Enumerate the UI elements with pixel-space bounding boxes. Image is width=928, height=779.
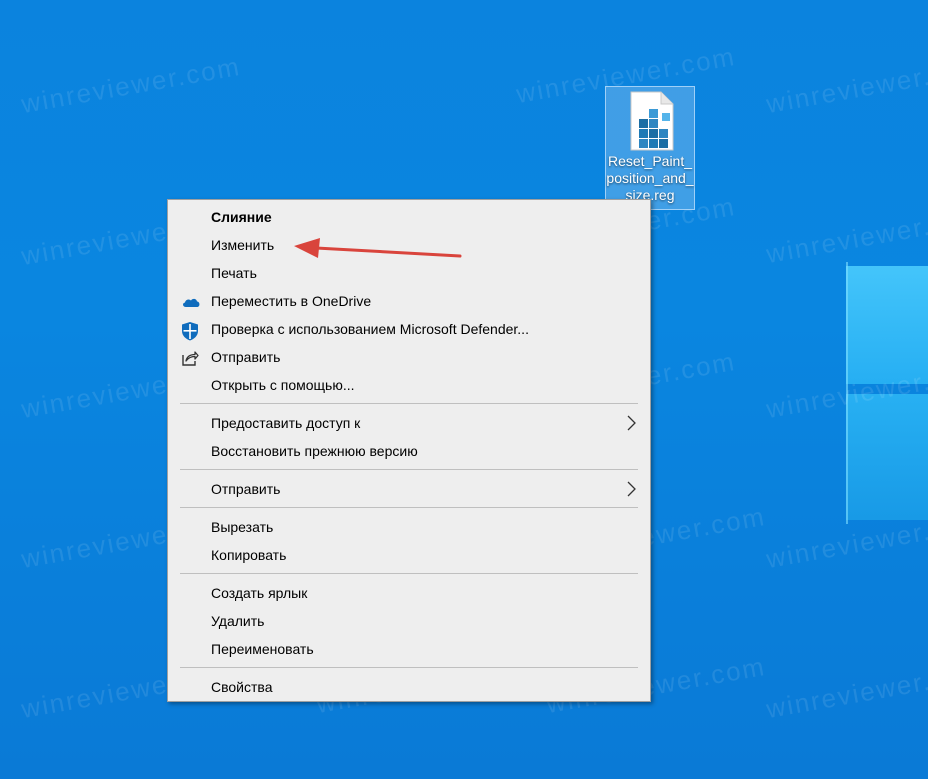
menu-separator [180, 573, 638, 574]
menu-item-label: Удалить [211, 613, 265, 629]
menu-item-4-1[interactable]: Удалить [169, 608, 649, 634]
menu-separator [180, 403, 638, 404]
menu-item-label: Вырезать [211, 519, 274, 535]
menu-item-4-0[interactable]: Создать ярлык [169, 580, 649, 606]
desktop-file-label: Reset_Paint_position_and_size.reg [606, 153, 694, 203]
context-menu: Слияние Изменить Печать Переместить в OneDr… [167, 199, 651, 702]
menu-item-3-0[interactable]: Вырезать [169, 514, 649, 540]
defender-shield-icon [181, 321, 199, 341]
desktop-file-icon[interactable]: Reset_Paint_position_and_size.reg [605, 86, 695, 210]
menu-item-label: Отправить [211, 349, 281, 365]
menu-item-2-0[interactable]: Отправить [169, 476, 649, 502]
menu-item-0-2[interactable]: Печать [169, 260, 649, 286]
menu-item-label: Переместить в OneDrive [211, 293, 372, 309]
share-icon [181, 349, 199, 367]
menu-separator [180, 507, 638, 508]
menu-item-label: Изменить [211, 237, 275, 253]
desktop-background: winreviewer.com winreviewer.com winrevie… [0, 0, 928, 779]
menu-item-label: Копировать [211, 547, 287, 563]
onedrive-cloud-icon [181, 293, 200, 311]
menu-item-label: Свойства [211, 679, 273, 695]
watermark: winreviewer.com [18, 50, 244, 120]
menu-item-label: Печать [211, 265, 257, 281]
menu-item-label: Отправить [211, 481, 281, 497]
menu-item-0-3[interactable]: Переместить в OneDrive [169, 288, 649, 314]
menu-item-0-6[interactable]: Открыть с помощью... [169, 372, 649, 398]
registry-file-icon [630, 91, 674, 151]
watermark: winreviewer.com [763, 655, 928, 725]
menu-item-label: Слияние [211, 209, 272, 225]
menu-item-label: Проверка с использованием Microsoft Defe… [211, 321, 529, 337]
menu-item-1-1[interactable]: Восстановить прежнюю версию [169, 438, 649, 464]
menu-item-0-0[interactable]: Слияние [169, 204, 649, 230]
menu-item-3-1[interactable]: Копировать [169, 542, 649, 568]
windows-logo-pane-top [846, 266, 928, 384]
menu-item-label: Переименовать [211, 641, 314, 657]
menu-item-0-1[interactable]: Изменить [169, 232, 649, 258]
menu-item-label: Создать ярлык [211, 585, 308, 601]
menu-item-0-5[interactable]: Отправить [169, 344, 649, 370]
watermark: winreviewer.com [763, 200, 928, 270]
menu-separator [180, 469, 638, 470]
menu-item-0-4[interactable]: Проверка с использованием Microsoft Defe… [169, 316, 649, 342]
menu-item-1-0[interactable]: Предоставить доступ к [169, 410, 649, 436]
menu-item-label: Открыть с помощью... [211, 377, 355, 393]
menu-separator [180, 667, 638, 668]
menu-item-label: Предоставить доступ к [211, 415, 361, 431]
menu-item-label: Восстановить прежнюю версию [211, 443, 418, 459]
menu-item-4-2[interactable]: Переименовать [169, 636, 649, 662]
chevron-right-icon [625, 413, 637, 433]
menu-item-5-0[interactable]: Свойства [169, 674, 649, 700]
windows-logo-pane-bottom [846, 394, 928, 520]
watermark: winreviewer.com [763, 50, 928, 120]
chevron-right-icon [625, 479, 637, 499]
windows-logo-edge [846, 262, 848, 524]
